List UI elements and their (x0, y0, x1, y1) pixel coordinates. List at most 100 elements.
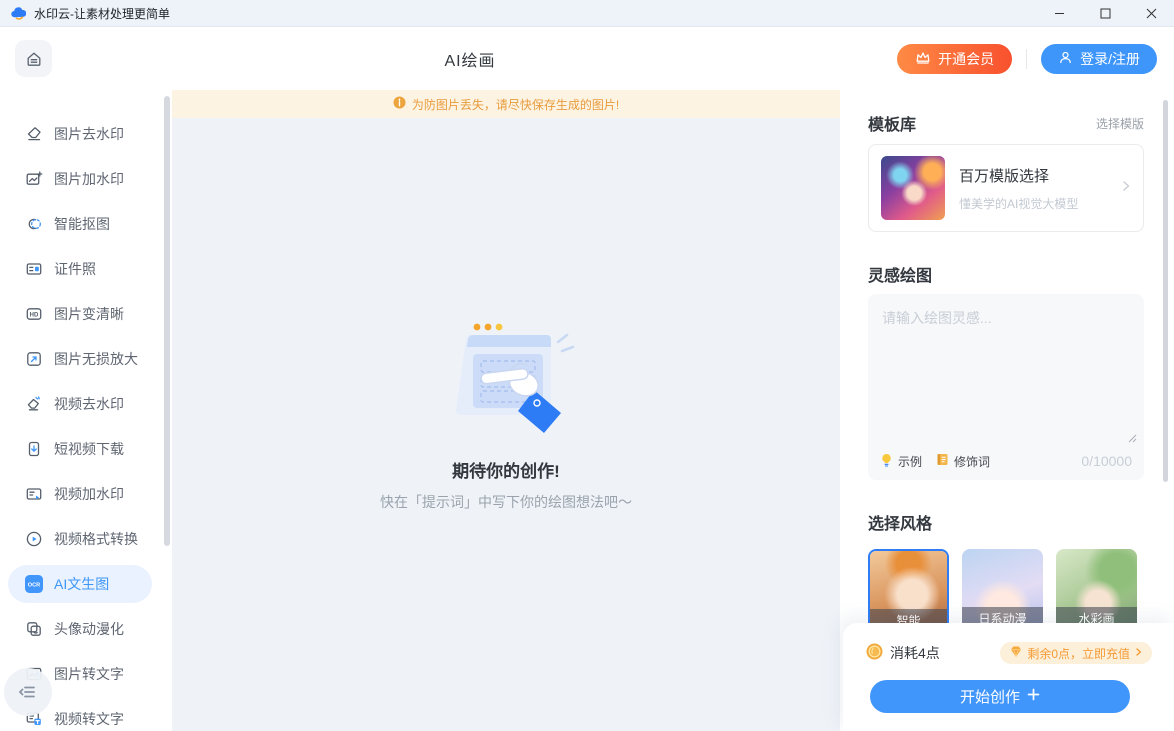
template-card-text: 百万模版选择 懂美学的AI视觉大模型 (959, 165, 1119, 212)
app-window: 水印云-让素材处理更简单 AI绘画 开通会员 登录/注册 图片去水印 (0, 0, 1174, 731)
empty-title: 期待你的创作! (296, 457, 716, 482)
sidebar-item-ai-text-to-image[interactable]: OCR AI文生图 (8, 565, 152, 603)
user-icon (1058, 50, 1073, 68)
sidebar-item-image-lossless-enlarge[interactable]: 图片无损放大 (0, 336, 172, 381)
svg-text:HD: HD (30, 312, 39, 318)
main-content: 为防图片丢失，请尽快保存生成的图片! (172, 90, 840, 731)
short-video-download-icon (25, 440, 43, 458)
empty-illustration (296, 318, 716, 441)
sidebar-item-label: 智能抠图 (54, 214, 110, 234)
right-panel-scrollbar[interactable] (1163, 100, 1168, 482)
chevron-right-icon (1134, 646, 1143, 660)
page-header: AI绘画 开通会员 登录/注册 (0, 27, 1174, 90)
notice-text: 为防图片丢失，请尽快保存生成的图片! (412, 96, 619, 113)
video-watermark-add-icon (25, 485, 43, 503)
header-actions: 开通会员 登录/注册 (897, 44, 1157, 74)
modifier-label: 修饰词 (954, 453, 990, 470)
image-enlarge-icon (25, 350, 43, 368)
app-logo-icon (10, 6, 26, 20)
sidebar-item-label: 短视频下载 (54, 439, 124, 459)
id-photo-icon (25, 260, 43, 278)
example-button[interactable]: 示例 (880, 453, 922, 470)
style-section-title: 选择风格 (868, 510, 932, 534)
maximize-button[interactable] (1082, 0, 1128, 26)
empty-subtitle: 快在「提示词」中写下你的绘图想法吧～ (296, 492, 716, 512)
minimize-button[interactable] (1036, 0, 1082, 26)
template-card-title: 百万模版选择 (959, 165, 1119, 186)
prompt-input-box: 示例 修饰词 0/10000 (868, 294, 1144, 480)
close-button[interactable] (1128, 0, 1174, 26)
template-card[interactable]: 百万模版选择 懂美学的AI视觉大模型 (868, 144, 1144, 232)
image-watermark-add-icon (25, 170, 43, 188)
image-clarify-icon: HD (25, 305, 43, 323)
inspiration-section-title: 灵感绘图 (868, 262, 932, 286)
sidebar-item-label: 视频转文字 (54, 709, 124, 729)
recharge-badge[interactable]: 剩余0点，立即充值 (1000, 642, 1152, 664)
sidebar-item-avatar-anime[interactable]: 头像动漫化 (0, 606, 172, 651)
cost-info: 消耗4点 (866, 643, 940, 663)
sidebar-item-label: 视频去水印 (54, 394, 124, 414)
avatar-anime-icon (25, 620, 43, 638)
crown-icon (915, 50, 931, 67)
recharge-label: 剩余0点，立即充值 (1027, 645, 1130, 662)
window-titlebar: 水印云-让素材处理更简单 (0, 0, 1174, 27)
sidebar-item-id-photo[interactable]: 证件照 (0, 246, 172, 291)
ai-text-to-image-icon: OCR (25, 575, 43, 593)
video-format-convert-icon (25, 530, 43, 548)
smart-cutout-icon (25, 215, 43, 233)
chevron-right-icon (1119, 179, 1133, 198)
template-section-header: 模板库 选择模版 (868, 111, 1144, 135)
sidebar-item-label: 图片去水印 (54, 124, 124, 144)
sidebar-item-video-watermark-remove[interactable]: 视频去水印 (0, 381, 172, 426)
collapse-sidebar-button[interactable] (4, 668, 52, 716)
svg-text:OCR: OCR (28, 582, 40, 588)
sidebar-item-label: 视频加水印 (54, 484, 124, 504)
char-counter: 0/10000 (1081, 453, 1132, 469)
lightbulb-icon (880, 453, 893, 470)
prompt-textarea[interactable] (868, 294, 1144, 422)
notebook-icon (936, 453, 949, 469)
sidebar-item-image-clarify[interactable]: HD 图片变清晰 (0, 291, 172, 336)
sidebar-item-smart-cutout[interactable]: 智能抠图 (0, 201, 172, 246)
sidebar-item-label: 视频格式转换 (54, 529, 138, 549)
resize-grip-icon[interactable] (1127, 430, 1137, 448)
sidebar-item-short-video-download[interactable]: 短视频下载 (0, 426, 172, 471)
open-membership-label: 开通会员 (938, 49, 994, 69)
login-register-button[interactable]: 登录/注册 (1041, 44, 1157, 74)
sidebar-item-label: 图片转文字 (54, 664, 124, 684)
sidebar-item-video-format-convert[interactable]: 视频格式转换 (0, 516, 172, 561)
prompt-toolbar: 示例 修饰词 0/10000 (880, 450, 1132, 472)
header-divider (1026, 49, 1027, 69)
sidebar-scrollbar[interactable] (164, 96, 170, 546)
start-create-button[interactable]: 开始创作 (870, 680, 1130, 713)
create-action-panel: 消耗4点 剩余0点，立即充值 开始创作 (843, 623, 1174, 731)
sidebar-item-label: 头像动漫化 (54, 619, 124, 639)
example-label: 示例 (898, 453, 922, 470)
sidebar-item-video-watermark-add[interactable]: 视频加水印 (0, 471, 172, 516)
sidebar-item-image-watermark-remove[interactable]: 图片去水印 (0, 111, 172, 156)
empty-state: 期待你的创作! 快在「提示词」中写下你的绘图想法吧～ (296, 318, 716, 512)
app-title: 水印云-让素材处理更简单 (34, 5, 170, 22)
template-card-subtitle: 懂美学的AI视觉大模型 (959, 195, 1119, 212)
sidebar-item-label: 图片变清晰 (54, 304, 124, 324)
diamond-icon (1009, 645, 1023, 661)
notice-banner: 为防图片丢失，请尽快保存生成的图片! (172, 90, 840, 118)
coin-icon (866, 643, 883, 663)
login-register-label: 登录/注册 (1080, 49, 1140, 69)
page-title: AI绘画 (444, 47, 495, 71)
sidebar-item-label: AI文生图 (54, 574, 109, 594)
sidebar-item-label: 证件照 (54, 259, 96, 279)
sidebar: 图片去水印 图片加水印 智能抠图 证件照 HD 图片变清晰 图片无损放大 视频去… (0, 90, 172, 731)
sidebar-item-label: 图片加水印 (54, 169, 124, 189)
sidebar-item-label: 图片无损放大 (54, 349, 138, 369)
select-template-link[interactable]: 选择模版 (1096, 115, 1144, 132)
video-watermark-remove-icon (25, 395, 43, 413)
start-create-label: 开始创作 (960, 686, 1020, 707)
open-membership-button[interactable]: 开通会员 (897, 44, 1012, 74)
home-button[interactable] (15, 40, 52, 77)
sidebar-item-image-watermark-add[interactable]: 图片加水印 (0, 156, 172, 201)
cost-row: 消耗4点 剩余0点，立即充值 (866, 642, 1152, 664)
plus-icon (1027, 688, 1040, 705)
cost-label: 消耗4点 (890, 643, 940, 663)
modifier-button[interactable]: 修饰词 (936, 453, 990, 470)
